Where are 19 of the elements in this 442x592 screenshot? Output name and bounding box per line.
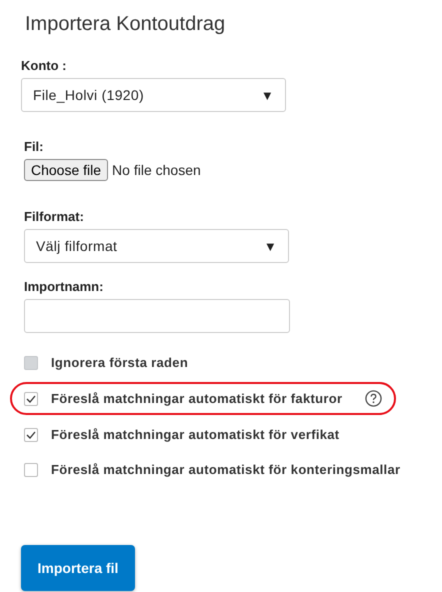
- field-label: Filformat:: [24, 209, 85, 224]
- field-label: Importnamn:: [24, 279, 104, 294]
- field-label: Fil:: [24, 139, 44, 154]
- checkbox[interactable]: [24, 462, 38, 476]
- field-label: Konto :: [21, 58, 68, 73]
- checkbox[interactable]: [24, 392, 38, 406]
- page-title: Importera Kontoutdrag: [25, 12, 226, 36]
- checkbox-label: Ignorera första raden: [51, 355, 188, 370]
- checkbox-label: Föreslå matchningar automatiskt för verfikat: [51, 427, 340, 442]
- import-button[interactable]: Importera fil: [21, 545, 135, 591]
- file-status: No file chosen: [112, 162, 201, 178]
- checkbox-label: Föreslå matchningar automatiskt för konteringsmallar: [51, 462, 400, 477]
- help-icon[interactable]: [365, 390, 382, 407]
- choose-file-button[interactable]: Choose file: [24, 159, 108, 181]
- account-select[interactable]: File_Holvi (1920) ▼: [21, 78, 286, 112]
- checkbox-label: Föreslå matchningar automatiskt för fakturor: [51, 391, 342, 406]
- import-name-field[interactable]: [24, 299, 290, 333]
- checkbox[interactable]: [24, 428, 38, 442]
- format-select[interactable]: Välj filformat ▼: [24, 229, 289, 263]
